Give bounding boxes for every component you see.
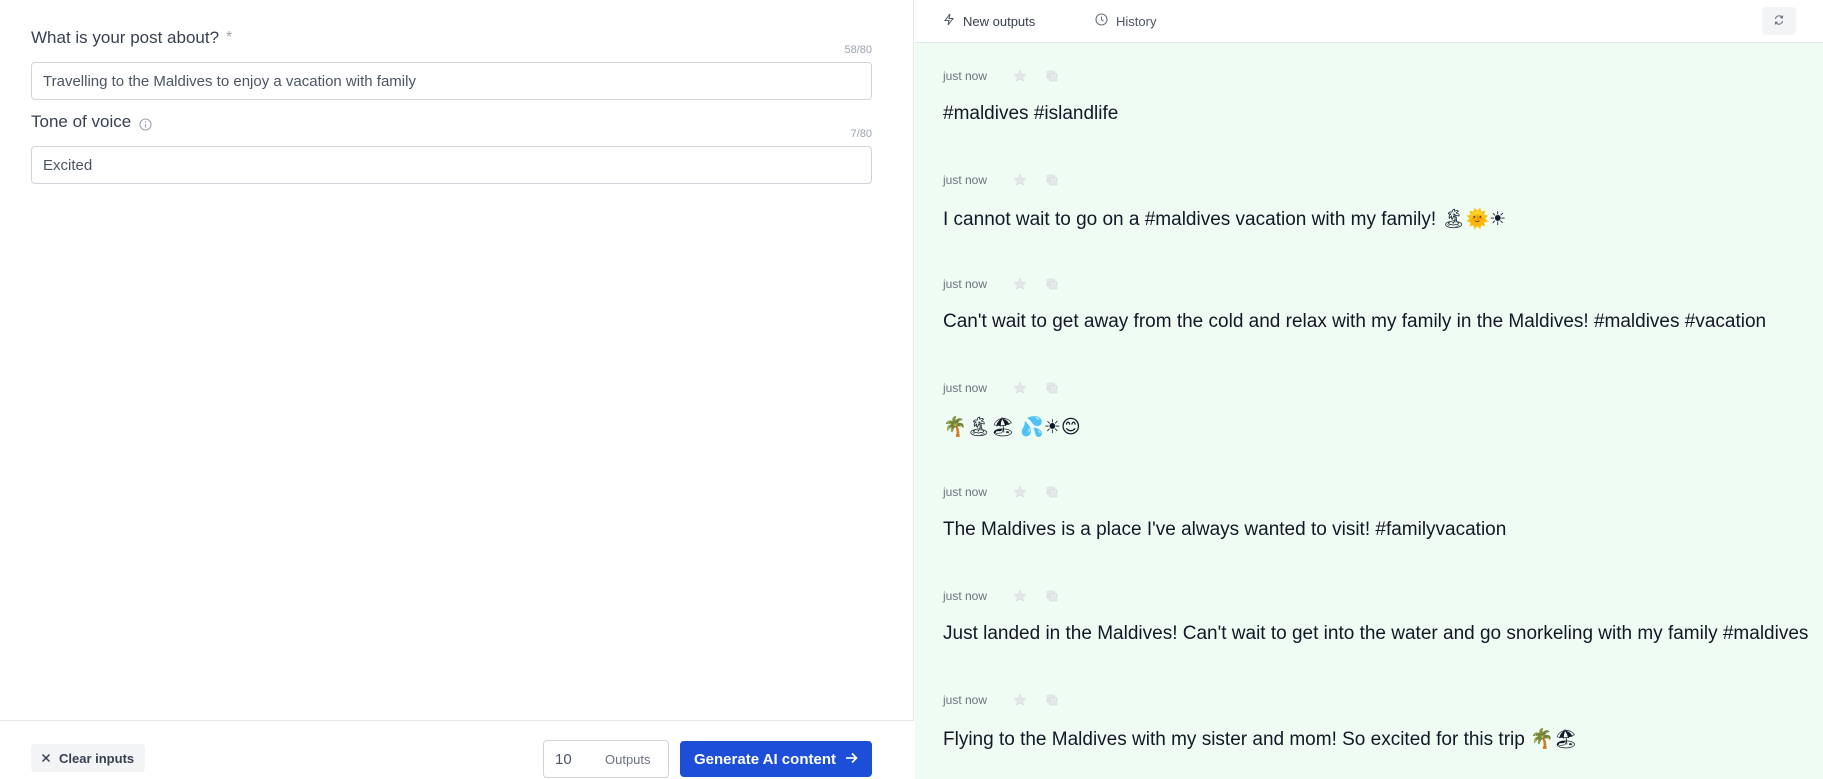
star-icon[interactable] xyxy=(1013,69,1027,83)
output-meta: just now xyxy=(943,67,1803,85)
star-icon[interactable] xyxy=(1013,589,1027,603)
tab-history[interactable]: History xyxy=(1095,0,1156,42)
post-about-char-counter: 58/80 xyxy=(844,44,872,56)
output-text[interactable]: Can't wait to get away from the cold and… xyxy=(943,311,1803,333)
input-panel: What is your post about? * 58/80 Tone of… xyxy=(0,0,914,779)
post-about-label-text: What is your post about? xyxy=(31,28,220,47)
output-item: just now I cannot wait to go on a #maldi… xyxy=(943,171,1803,231)
output-timestamp: just now xyxy=(943,381,988,395)
output-text[interactable]: #maldives #islandlife xyxy=(943,103,1803,125)
output-text[interactable]: 🌴🏝🏖 💦☀😊 xyxy=(943,415,1803,439)
output-timestamp: just now xyxy=(943,69,988,83)
bolt-icon xyxy=(943,13,955,29)
star-icon[interactable] xyxy=(1013,693,1027,707)
output-item: just now Flying to the Maldives with my … xyxy=(943,691,1803,751)
tab-new-outputs[interactable]: New outputs xyxy=(943,0,1035,42)
generate-ai-content-button[interactable]: Generate AI content xyxy=(680,741,872,777)
output-meta: just now xyxy=(943,171,1803,189)
outputs-count-input[interactable] xyxy=(544,750,604,768)
copy-icon[interactable] xyxy=(1045,381,1059,395)
outputs-label: Outputs xyxy=(605,751,651,767)
generate-label: Generate AI content xyxy=(694,750,836,768)
output-item: just now The Maldives is a place I've al… xyxy=(943,483,1803,541)
refresh-button[interactable] xyxy=(1762,7,1796,35)
refresh-icon xyxy=(1773,14,1785,29)
info-icon[interactable] xyxy=(139,116,152,131)
output-item: just now Can't wait to get away from the… xyxy=(943,275,1803,333)
tab-new-outputs-label: New outputs xyxy=(963,13,1036,29)
output-timestamp: just now xyxy=(943,173,988,187)
arrow-right-icon xyxy=(845,751,858,768)
copy-icon[interactable] xyxy=(1045,485,1059,499)
copy-icon[interactable] xyxy=(1045,173,1059,187)
clock-icon xyxy=(1095,13,1108,29)
output-item: just now Just landed in the Maldives! Ca… xyxy=(943,587,1808,645)
star-icon[interactable] xyxy=(1013,173,1027,187)
output-meta: just now xyxy=(943,275,1803,293)
output-timestamp: just now xyxy=(943,693,988,707)
output-text[interactable]: Just landed in the Maldives! Can't wait … xyxy=(943,623,1808,645)
output-item: just now 🌴🏝🏖 💦☀😊 xyxy=(943,379,1803,439)
star-icon[interactable] xyxy=(1013,277,1027,291)
output-meta: just now xyxy=(943,379,1803,397)
output-timestamp: just now xyxy=(943,485,988,499)
output-text[interactable]: The Maldives is a place I've always want… xyxy=(943,519,1803,541)
output-meta: just now xyxy=(943,587,1803,605)
output-meta: just now xyxy=(943,483,1803,501)
clear-inputs-label: Clear inputs xyxy=(59,750,135,766)
tone-input[interactable] xyxy=(31,146,872,184)
output-text[interactable]: Flying to the Maldives with my sister an… xyxy=(943,727,1803,751)
tone-label-text: Tone of voice xyxy=(31,112,132,131)
copy-icon[interactable] xyxy=(1045,277,1059,291)
clear-inputs-button[interactable]: Clear inputs xyxy=(31,744,146,772)
tab-history-label: History xyxy=(1116,13,1157,29)
output-meta: just now xyxy=(943,691,1803,709)
copy-icon[interactable] xyxy=(1045,693,1059,707)
output-panel: New outputs History just now #maldives #… xyxy=(915,0,1823,779)
tone-label: Tone of voice xyxy=(31,112,152,132)
tone-field: Tone of voice 7/80 xyxy=(31,112,872,184)
post-about-field: What is your post about? * 58/80 xyxy=(31,28,872,100)
close-icon xyxy=(41,751,51,766)
output-text[interactable]: I cannot wait to go on a #maldives vacat… xyxy=(943,207,1803,231)
output-timestamp: just now xyxy=(943,589,988,603)
post-about-input[interactable] xyxy=(31,62,872,100)
star-icon[interactable] xyxy=(1013,485,1027,499)
required-asterisk: * xyxy=(226,29,233,46)
tone-char-counter: 7/80 xyxy=(850,128,872,140)
bottom-action-bar: Clear inputs Outputs Generate AI content xyxy=(0,720,914,779)
output-timestamp: just now xyxy=(943,277,988,291)
star-icon[interactable] xyxy=(1013,381,1027,395)
output-item: just now #maldives #islandlife xyxy=(943,67,1803,125)
post-about-label: What is your post about? * xyxy=(31,28,232,48)
output-tabs: New outputs History xyxy=(915,0,1823,43)
copy-icon[interactable] xyxy=(1045,589,1059,603)
outputs-count-field[interactable]: Outputs xyxy=(543,740,669,778)
copy-icon[interactable] xyxy=(1045,69,1059,83)
